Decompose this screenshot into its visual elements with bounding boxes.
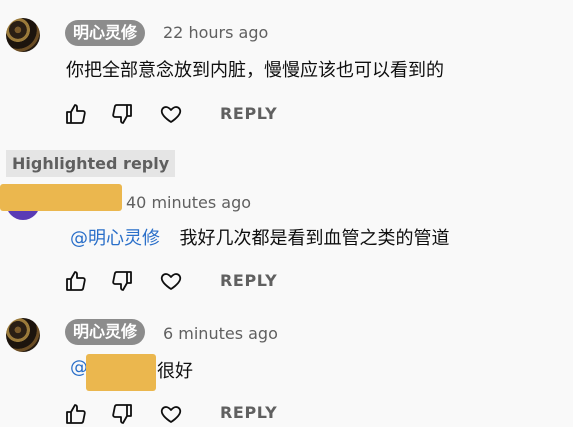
comment-text: 我好几次都是看到血管之类的管道: [179, 228, 450, 249]
author-name-pill[interactable]: 明心灵修: [65, 20, 146, 46]
comment-thread: 明心灵修 22 hours ago 你把全部意念放到内脏，慢慢应该也可以看到的 …: [0, 0, 573, 427]
redacted-mention-name: [86, 354, 156, 391]
avatar[interactable]: [6, 18, 40, 52]
comment-timestamp[interactable]: 40 minutes ago: [126, 193, 251, 212]
author-name-pill[interactable]: 明心灵修: [65, 319, 146, 345]
comment-text: 很好: [157, 361, 193, 382]
thumbs-up-icon[interactable]: [64, 102, 88, 126]
avatar[interactable]: [6, 318, 40, 352]
thumbs-down-icon[interactable]: [110, 402, 134, 426]
redacted-author-name: [0, 184, 122, 211]
highlighted-reply-badge: Highlighted reply: [6, 150, 176, 177]
thumbs-up-icon[interactable]: [64, 402, 88, 426]
comment-text-line: @明心灵修 我好几次都是看到血管之类的管道: [70, 224, 449, 250]
thumbs-up-icon[interactable]: [64, 269, 88, 293]
reply-button[interactable]: REPLY: [220, 104, 277, 123]
reply-button[interactable]: REPLY: [220, 403, 277, 422]
comment-timestamp[interactable]: 6 minutes ago: [163, 324, 278, 343]
thumbs-down-icon[interactable]: [110, 269, 134, 293]
heart-icon[interactable]: [159, 402, 183, 426]
comment-timestamp[interactable]: 22 hours ago: [163, 23, 268, 42]
comment-text: 你把全部意念放到内脏，慢慢应该也可以看到的: [66, 60, 444, 81]
reply-button[interactable]: REPLY: [220, 271, 277, 290]
heart-icon[interactable]: [159, 269, 183, 293]
thumbs-down-icon[interactable]: [110, 102, 134, 126]
heart-icon[interactable]: [159, 102, 183, 126]
mention-link[interactable]: @明心灵修: [70, 228, 160, 249]
